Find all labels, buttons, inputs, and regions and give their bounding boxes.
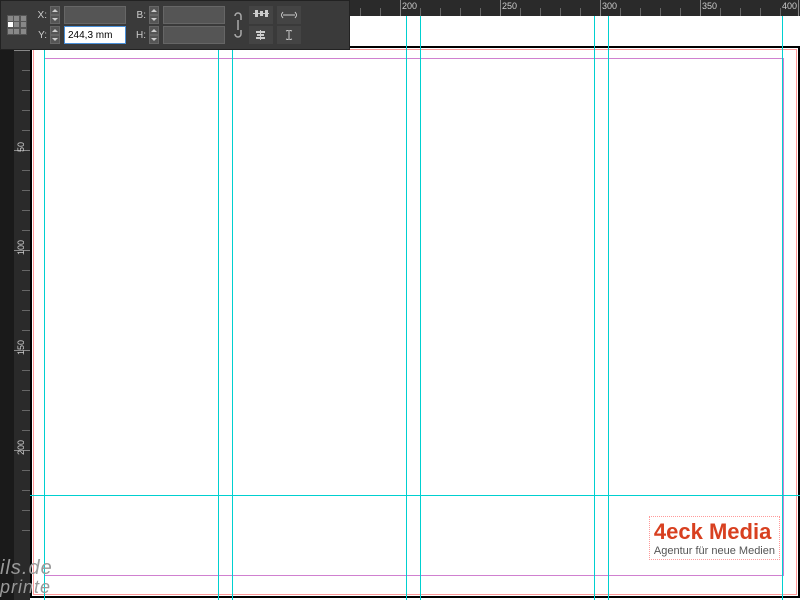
x-spinner[interactable] <box>50 6 60 24</box>
spinner-up-icon[interactable] <box>50 26 60 35</box>
y-input[interactable] <box>64 26 126 44</box>
width-label: B: <box>132 10 146 21</box>
column-guide[interactable] <box>608 0 609 600</box>
logo-title: 4eck Media <box>654 519 775 545</box>
h-spinner[interactable] <box>149 26 159 44</box>
reference-point-selector[interactable] <box>7 15 27 35</box>
ruler-tick-label: 200 <box>402 1 417 11</box>
column-guide[interactable] <box>232 0 233 600</box>
transform-control-bar: X: Y: B: <box>0 0 350 50</box>
ruler-tick-label: 150 <box>16 340 26 355</box>
constrain-proportions-icon[interactable] <box>231 6 243 44</box>
ruler-tick-label: 100 <box>16 240 26 255</box>
y-label: Y: <box>33 30 47 41</box>
y-spinner[interactable] <box>50 26 60 44</box>
align-distribute-group <box>249 6 301 44</box>
spinner-up-icon[interactable] <box>50 6 60 15</box>
ruler-tick-label: 350 <box>702 1 717 11</box>
logo-tagline: Agentur für neue Medien <box>654 545 775 557</box>
spinner-down-icon[interactable] <box>50 35 60 44</box>
height-input[interactable] <box>163 26 225 44</box>
row-guide[interactable] <box>30 495 800 496</box>
workspace: 50 100 150 200 <box>0 0 800 600</box>
ruler-tick-label: 50 <box>16 142 26 152</box>
width-input[interactable] <box>163 6 225 24</box>
ruler-tick-label: 400 <box>782 1 797 11</box>
distribute-vertical-icon[interactable] <box>277 26 301 44</box>
x-input[interactable] <box>64 6 126 24</box>
column-guide[interactable] <box>420 0 421 600</box>
watermark-text: printe <box>0 577 51 598</box>
logo-frame[interactable]: 4eck Media Agentur für neue Medien <box>649 516 780 560</box>
ruler-tick-label: 300 <box>602 1 617 11</box>
align-vertical-icon[interactable] <box>249 26 273 44</box>
left-panel-strip: 50 100 150 200 <box>0 0 30 600</box>
ruler-tick-label: 250 <box>502 1 517 11</box>
w-spinner[interactable] <box>149 6 159 24</box>
ruler-tick-label: 200 <box>16 440 26 455</box>
size-fields: B: H: <box>132 6 225 44</box>
column-guide[interactable] <box>594 0 595 600</box>
spinner-up-icon[interactable] <box>149 26 159 35</box>
margin-guide <box>44 58 784 576</box>
spinner-down-icon[interactable] <box>149 35 159 44</box>
position-fields: X: Y: <box>33 6 126 44</box>
distribute-horizontal-icon[interactable] <box>277 6 301 24</box>
x-label: X: <box>33 10 47 21</box>
spinner-up-icon[interactable] <box>149 6 159 15</box>
vertical-ruler[interactable]: 50 100 150 200 <box>14 0 30 600</box>
column-guide[interactable] <box>218 0 219 600</box>
height-label: H: <box>132 30 146 41</box>
align-horizontal-icon[interactable] <box>249 6 273 24</box>
column-guide[interactable] <box>406 0 407 600</box>
spinner-down-icon[interactable] <box>149 15 159 24</box>
spinner-down-icon[interactable] <box>50 15 60 24</box>
column-guide[interactable] <box>782 0 783 600</box>
column-guide[interactable] <box>44 0 45 600</box>
